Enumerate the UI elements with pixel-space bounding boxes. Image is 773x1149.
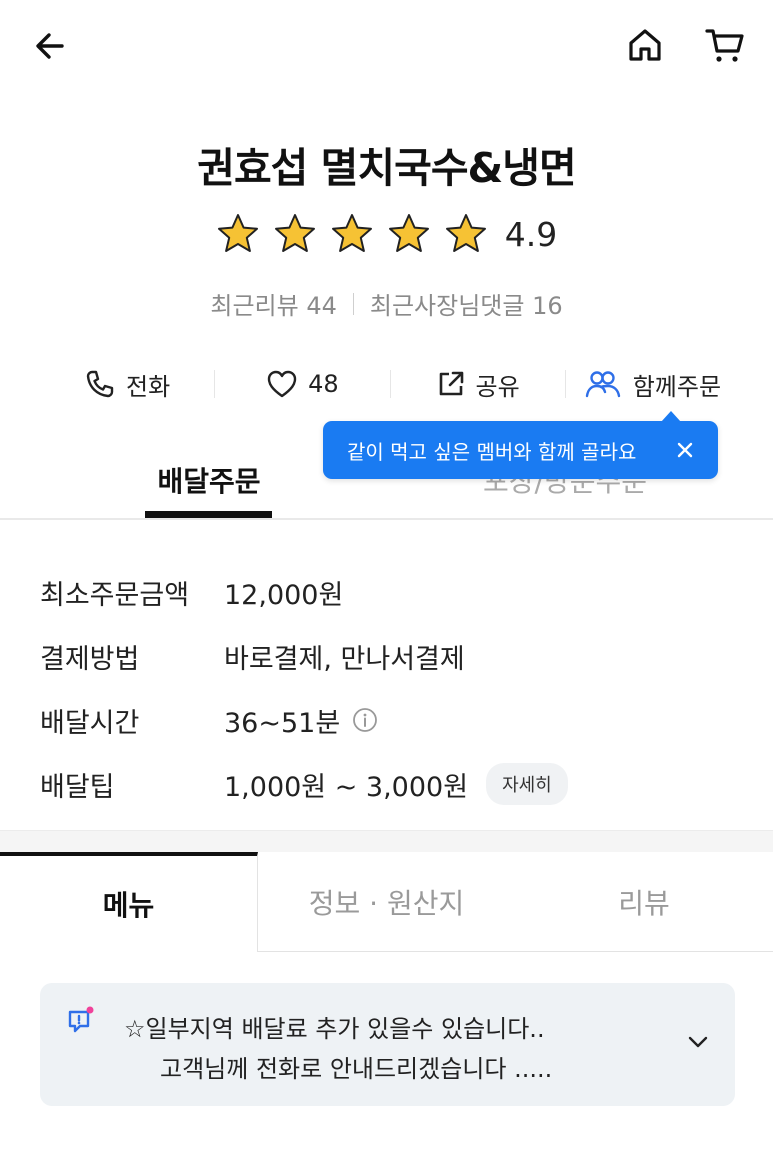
info-icon[interactable] [352,707,378,733]
payment-methods-value: 바로결제, 만나서결제 [224,643,465,675]
cart-button[interactable] [700,22,750,68]
info-value: 1,000원 ~ 3,000원 자세히 [224,763,568,805]
info-value: 36~51분 [224,701,378,740]
group-users-icon [585,371,620,398]
star-icon [217,214,258,252]
delivery-tip-value: 1,000원 ~ 3,000원 [224,771,469,803]
content-tabs: 메뉴 정보 · 원산지 리뷰 [0,852,773,952]
store-notice[interactable]: ☆일부지역 배달료 추가 있을수 있습니다.. 고객님께 전화로 안내드리겠습니… [40,983,735,1106]
group-order-tooltip[interactable]: 같이 먹고 싶은 멤버와 함께 골라요 [323,411,718,479]
info-row-min-order: 최소주문금액 12,000원 [40,560,740,624]
info-row-delivery-tip: 배달팁 1,000원 ~ 3,000원 자세히 [40,752,740,816]
owner-replies-link[interactable]: 최근사장님댓글 16 [370,286,563,321]
star-icon [388,214,429,252]
info-label: 최소주문금액 [40,579,190,611]
share-label: 공유 [475,372,520,401]
share-icon [439,371,463,396]
action-row: 전화 48 공유 함께주문 [40,356,740,412]
info-label: 배달시간 [40,707,140,739]
home-button[interactable] [622,22,668,68]
phone-icon [86,370,114,398]
like-button[interactable]: 48 [215,369,389,399]
info-label: 결제방법 [40,643,140,675]
group-order-label: 함께주문 [632,372,722,401]
star-icon [331,214,372,252]
close-icon [677,442,693,458]
delivery-tip-detail-button[interactable]: 자세히 [486,763,568,805]
rating-value: 4.9 [504,214,558,254]
info-value: 12,000원 [224,573,343,612]
tab-menu[interactable]: 메뉴 [0,852,258,952]
tab-reviews[interactable]: 리뷰 [515,852,773,952]
notice-chat-icon [68,1006,94,1033]
info-row-delivery-time: 배달시간 36~51분 [40,688,740,752]
like-count: 48 [308,370,339,398]
tooltip-text: 같이 먹고 싶은 멤버와 함께 골라요 [347,439,637,464]
tab-delivery[interactable]: 배달주문 [146,460,272,500]
back-button[interactable] [26,24,74,68]
delivery-info: 최소주문금액 12,000원 결제방법 바로결제, 만나서결제 배달시간 36~… [40,560,740,816]
tooltip-close-button[interactable] [670,435,700,465]
notice-text-line1: ☆일부지역 배달료 추가 있을수 있습니다.. [124,1015,545,1043]
divider [352,292,354,315]
star-icon [445,214,486,252]
share-button[interactable]: 공유 [391,367,565,402]
call-button[interactable]: 전화 [40,367,214,402]
active-tab-indicator [145,511,272,518]
rating-row: 4.9 [0,212,773,256]
info-row-payment: 결제방법 바로결제, 만나서결제 [40,624,740,688]
top-bar [0,0,773,92]
store-name: 권효섭 멸치국수&냉면 [197,144,577,192]
min-order-value: 12,000원 [224,579,344,611]
recent-reviews-link[interactable]: 최근리뷰 44 [210,286,337,321]
review-summary: 최근리뷰 44 최근사장님댓글 16 [0,286,773,321]
heart-icon [267,370,297,398]
chevron-down-icon[interactable] [685,1029,711,1055]
tab-info-origin[interactable]: 정보 · 원산지 [258,852,515,952]
back-arrow-icon [36,33,64,59]
call-label: 전화 [126,372,171,401]
star-icon [274,214,315,252]
cart-icon [705,29,744,62]
section-divider [0,830,773,852]
info-label: 배달팁 [40,771,115,803]
group-order-button[interactable]: 함께주문 [566,367,740,402]
home-icon [629,29,661,61]
notice-text-line2: 고객님께 전화로 안내드리겠습니다 ..... [160,1055,553,1083]
delivery-time-value: 36~51분 [224,707,341,739]
info-value: 바로결제, 만나서결제 [224,637,465,676]
